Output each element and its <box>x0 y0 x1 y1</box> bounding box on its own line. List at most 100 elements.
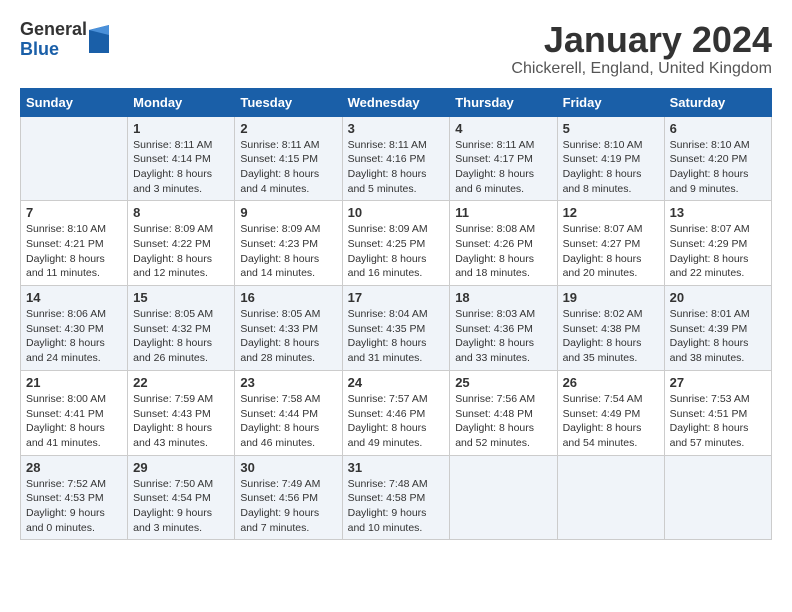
day-number: 31 <box>348 460 445 475</box>
day-info: Sunrise: 8:11 AM Sunset: 4:17 PM Dayligh… <box>455 138 551 197</box>
day-info: Sunrise: 8:00 AM Sunset: 4:41 PM Dayligh… <box>26 392 122 451</box>
day-number: 16 <box>240 290 336 305</box>
calendar-cell <box>21 116 128 201</box>
calendar-cell: 14Sunrise: 8:06 AM Sunset: 4:30 PM Dayli… <box>21 286 128 371</box>
day-number: 27 <box>670 375 766 390</box>
day-info: Sunrise: 8:10 AM Sunset: 4:21 PM Dayligh… <box>26 222 122 281</box>
calendar-week-row: 1 Sunrise: 8:11 AM Sunset: 4:14 PM Daylig… <box>21 116 772 201</box>
day-number: 11 <box>455 205 551 220</box>
day-number: 8 <box>133 205 229 220</box>
calendar-cell <box>557 455 664 540</box>
day-number: 22 <box>133 375 229 390</box>
calendar-week-row: 14Sunrise: 8:06 AM Sunset: 4:30 PM Dayli… <box>21 286 772 371</box>
day-number: 21 <box>26 375 122 390</box>
calendar-cell: 17Sunrise: 8:04 AM Sunset: 4:35 PM Dayli… <box>342 286 450 371</box>
day-info: Sunrise: 8:11 AM Sunset: 4:16 PM Dayligh… <box>348 138 445 197</box>
day-info: Sunrise: 8:07 AM Sunset: 4:29 PM Dayligh… <box>670 222 766 281</box>
calendar-cell: 5Sunrise: 8:10 AM Sunset: 4:19 PM Daylig… <box>557 116 664 201</box>
day-info: Sunrise: 8:11 AM Sunset: 4:15 PM Dayligh… <box>240 138 336 197</box>
day-info: Sunrise: 8:09 AM Sunset: 4:23 PM Dayligh… <box>240 222 336 281</box>
day-number: 20 <box>670 290 766 305</box>
calendar-cell: 9Sunrise: 8:09 AM Sunset: 4:23 PM Daylig… <box>235 201 342 286</box>
calendar-cell: 12Sunrise: 8:07 AM Sunset: 4:27 PM Dayli… <box>557 201 664 286</box>
day-info: Sunrise: 8:05 AM Sunset: 4:32 PM Dayligh… <box>133 307 229 366</box>
day-info: Sunrise: 8:09 AM Sunset: 4:25 PM Dayligh… <box>348 222 445 281</box>
day-number: 5 <box>563 121 659 136</box>
calendar-cell: 29Sunrise: 7:50 AM Sunset: 4:54 PM Dayli… <box>128 455 235 540</box>
calendar-cell: 27 Sunrise: 7:53 AM Sunset: 4:51 PM Dayli… <box>664 370 771 455</box>
day-number: 18 <box>455 290 551 305</box>
calendar-cell: 6 Sunrise: 8:10 AM Sunset: 4:20 PM Daylig… <box>664 116 771 201</box>
day-number: 13 <box>670 205 766 220</box>
day-info: Sunrise: 8:03 AM Sunset: 4:36 PM Dayligh… <box>455 307 551 366</box>
day-number: 26 <box>563 375 659 390</box>
day-number: 30 <box>240 460 336 475</box>
day-info: Sunrise: 7:49 AM Sunset: 4:56 PM Dayligh… <box>240 477 336 536</box>
calendar-week-row: 28 Sunrise: 7:52 AM Sunset: 4:53 PM Dayli… <box>21 455 772 540</box>
day-number: 6 <box>670 121 766 136</box>
day-info: Sunrise: 7:59 AM Sunset: 4:43 PM Dayligh… <box>133 392 229 451</box>
calendar-cell: 19Sunrise: 8:02 AM Sunset: 4:38 PM Dayli… <box>557 286 664 371</box>
calendar-subtitle: Chickerell, England, United Kingdom <box>511 60 772 78</box>
day-info: Sunrise: 7:53 AM Sunset: 4:51 PM Dayligh… <box>670 392 766 451</box>
day-number: 25 <box>455 375 551 390</box>
header-day: Friday <box>557 88 664 116</box>
page-header: General Blue January 2024 Chickerell, En… <box>20 20 772 78</box>
calendar-cell: 18 Sunrise: 8:03 AM Sunset: 4:36 PM Dayli… <box>450 286 557 371</box>
header-day: Tuesday <box>235 88 342 116</box>
day-number: 17 <box>348 290 445 305</box>
day-info: Sunrise: 8:08 AM Sunset: 4:26 PM Dayligh… <box>455 222 551 281</box>
day-number: 7 <box>26 205 122 220</box>
calendar-table: SundayMondayTuesdayWednesdayThursdayFrid… <box>20 88 772 541</box>
logo-blue: Blue <box>20 40 87 60</box>
calendar-cell: 8 Sunrise: 8:09 AM Sunset: 4:22 PM Daylig… <box>128 201 235 286</box>
day-info: Sunrise: 8:02 AM Sunset: 4:38 PM Dayligh… <box>563 307 659 366</box>
calendar-cell: 24Sunrise: 7:57 AM Sunset: 4:46 PM Dayli… <box>342 370 450 455</box>
logo: General Blue <box>20 20 109 60</box>
day-number: 1 <box>133 121 229 136</box>
logo-general: General <box>20 20 87 40</box>
title-block: January 2024 Chickerell, England, United… <box>511 20 772 78</box>
day-number: 4 <box>455 121 551 136</box>
day-info: Sunrise: 8:01 AM Sunset: 4:39 PM Dayligh… <box>670 307 766 366</box>
header-row: SundayMondayTuesdayWednesdayThursdayFrid… <box>21 88 772 116</box>
day-info: Sunrise: 8:09 AM Sunset: 4:22 PM Dayligh… <box>133 222 229 281</box>
calendar-week-row: 21 Sunrise: 8:00 AM Sunset: 4:41 PM Dayli… <box>21 370 772 455</box>
calendar-cell <box>450 455 557 540</box>
day-info: Sunrise: 8:06 AM Sunset: 4:30 PM Dayligh… <box>26 307 122 366</box>
day-info: Sunrise: 8:10 AM Sunset: 4:20 PM Dayligh… <box>670 138 766 197</box>
day-info: Sunrise: 7:54 AM Sunset: 4:49 PM Dayligh… <box>563 392 659 451</box>
calendar-cell: 13 Sunrise: 8:07 AM Sunset: 4:29 PM Dayli… <box>664 201 771 286</box>
header-day: Sunday <box>21 88 128 116</box>
day-number: 28 <box>26 460 122 475</box>
calendar-cell: 2 Sunrise: 8:11 AM Sunset: 4:15 PM Daylig… <box>235 116 342 201</box>
day-info: Sunrise: 7:50 AM Sunset: 4:54 PM Dayligh… <box>133 477 229 536</box>
day-number: 10 <box>348 205 445 220</box>
calendar-cell: 16 Sunrise: 8:05 AM Sunset: 4:33 PM Dayli… <box>235 286 342 371</box>
header-day: Saturday <box>664 88 771 116</box>
calendar-cell: 28 Sunrise: 7:52 AM Sunset: 4:53 PM Dayli… <box>21 455 128 540</box>
day-info: Sunrise: 7:57 AM Sunset: 4:46 PM Dayligh… <box>348 392 445 451</box>
header-day: Thursday <box>450 88 557 116</box>
calendar-cell: 11 Sunrise: 8:08 AM Sunset: 4:26 PM Dayli… <box>450 201 557 286</box>
calendar-cell: 10 Sunrise: 8:09 AM Sunset: 4:25 PM Dayli… <box>342 201 450 286</box>
day-info: Sunrise: 8:11 AM Sunset: 4:14 PM Dayligh… <box>133 138 229 197</box>
day-info: Sunrise: 8:07 AM Sunset: 4:27 PM Dayligh… <box>563 222 659 281</box>
day-info: Sunrise: 7:48 AM Sunset: 4:58 PM Dayligh… <box>348 477 445 536</box>
calendar-cell: 26 Sunrise: 7:54 AM Sunset: 4:49 PM Dayli… <box>557 370 664 455</box>
day-info: Sunrise: 8:05 AM Sunset: 4:33 PM Dayligh… <box>240 307 336 366</box>
calendar-cell: 25Sunrise: 7:56 AM Sunset: 4:48 PM Dayli… <box>450 370 557 455</box>
calendar-title: January 2024 <box>511 20 772 60</box>
calendar-cell: 21 Sunrise: 8:00 AM Sunset: 4:41 PM Dayli… <box>21 370 128 455</box>
calendar-cell: 22 Sunrise: 7:59 AM Sunset: 4:43 PM Dayli… <box>128 370 235 455</box>
calendar-cell <box>664 455 771 540</box>
calendar-cell: 30 Sunrise: 7:49 AM Sunset: 4:56 PM Dayli… <box>235 455 342 540</box>
day-info: Sunrise: 7:52 AM Sunset: 4:53 PM Dayligh… <box>26 477 122 536</box>
calendar-week-row: 7 Sunrise: 8:10 AM Sunset: 4:21 PM Daylig… <box>21 201 772 286</box>
calendar-cell: 15Sunrise: 8:05 AM Sunset: 4:32 PM Dayli… <box>128 286 235 371</box>
day-number: 2 <box>240 121 336 136</box>
header-day: Wednesday <box>342 88 450 116</box>
calendar-cell: 3Sunrise: 8:11 AM Sunset: 4:16 PM Daylig… <box>342 116 450 201</box>
calendar-cell: 4 Sunrise: 8:11 AM Sunset: 4:17 PM Daylig… <box>450 116 557 201</box>
calendar-cell: 7 Sunrise: 8:10 AM Sunset: 4:21 PM Daylig… <box>21 201 128 286</box>
